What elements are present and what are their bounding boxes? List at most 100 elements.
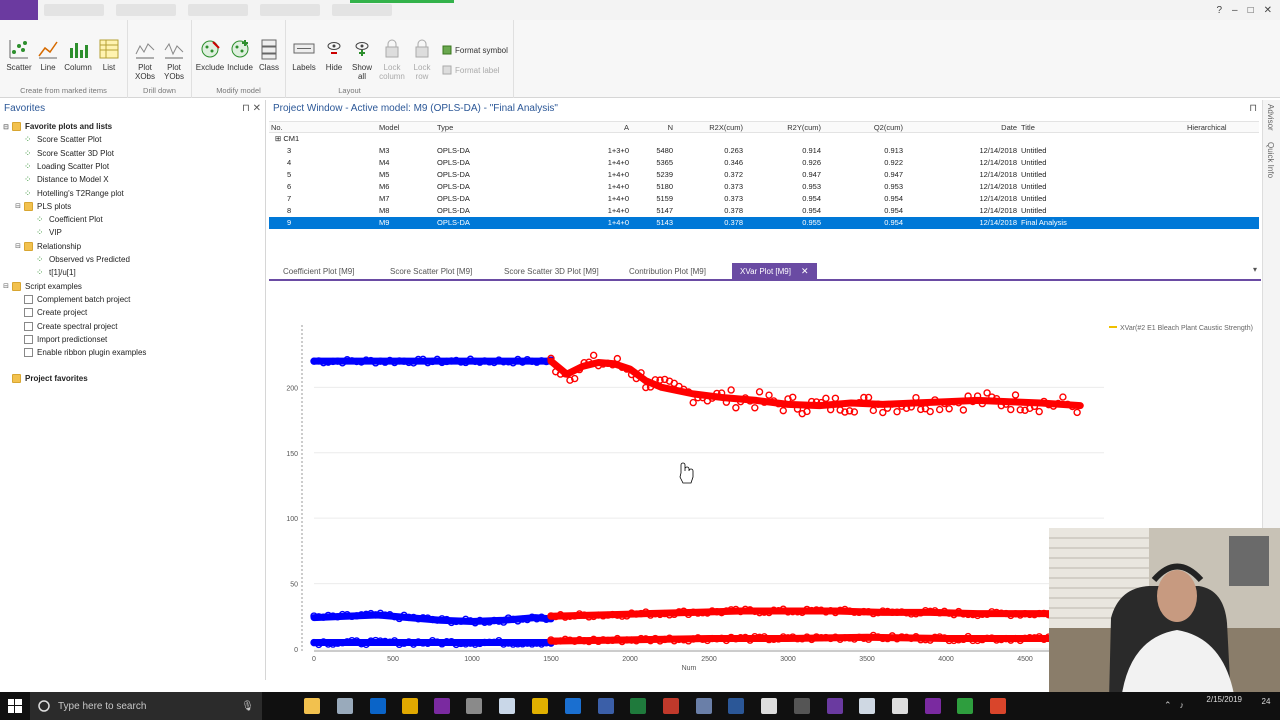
list-button[interactable]: List [94,38,124,72]
favorites-folder[interactable]: ⊟ Script examples [2,280,82,293]
plot-tab[interactable]: Coefficient Plot [M9] [275,263,362,279]
column-header[interactable]: Hierarchical [1187,123,1257,132]
favorites-item[interactable]: Import predictionset [14,333,107,346]
plot-tab[interactable]: Score Scatter Plot [M9] [382,263,480,279]
table-row[interactable]: 6 M6 OPLS-DA 1+4+0 5180 0.373 0.953 0.953 12/14/… [269,181,1259,193]
favorites-item[interactable]: ⁘ Score Scatter Plot [14,133,101,146]
table-row[interactable]: 8 M8 OPLS-DA 1+4+0 5147 0.378 0.954 0.954 12/14/… [269,205,1259,217]
minimize-button[interactable]: – [1232,5,1238,16]
favorites-item[interactable]: ⁘ VIP [26,226,62,239]
column-button[interactable]: Column [63,38,93,72]
favorites-item[interactable]: ⁘ Observed vs Predicted [26,253,130,266]
plot-tab[interactable]: Contribution Plot [M9] [621,263,714,279]
task-view-icon[interactable] [278,698,294,714]
lock-column-button[interactable]: Lock column [377,38,407,81]
app-icon[interactable] [892,698,908,714]
taskbar-search[interactable]: Type here to search 🎙 [30,692,262,720]
app-icon[interactable] [957,698,973,714]
plot-tab[interactable]: XVar Plot [M9] ✕ [732,263,817,279]
format-symbol-button[interactable]: Format symbol [442,45,508,55]
expand-toggle-icon[interactable]: ⊟ [2,123,10,131]
line-button[interactable]: Line [33,38,63,72]
app-icon[interactable] [859,698,875,714]
format-label-button[interactable]: Format label [442,65,499,75]
plot-tab[interactable]: Score Scatter 3D Plot [M9] [496,263,607,279]
app-icon[interactable] [990,698,1006,714]
class-button[interactable]: Class [254,38,284,72]
table-row[interactable]: 4 M4 OPLS-DA 1+4+0 5365 0.346 0.926 0.922 12/14/… [269,157,1259,169]
outlook-icon[interactable] [370,698,386,714]
favorites-item[interactable]: Create spectral project [14,320,117,333]
favorites-folder[interactable]: ⊟ Relationship [14,240,81,253]
favorites-item[interactable]: ⁘ t[1]/u[1] [26,266,76,279]
favorites-item[interactable]: Complement batch project [14,293,130,306]
column-header[interactable]: Title [1021,123,1181,132]
app-icon[interactable] [466,698,482,714]
app-icon[interactable] [925,698,941,714]
column-header[interactable]: R2Y(cum) [747,123,821,132]
expand-toggle-icon[interactable]: ⊟ [14,202,22,210]
favorites-folder[interactable]: Project favorites [2,372,88,385]
notification-center-icon[interactable]: 24 [1256,697,1276,715]
lock-row-button[interactable]: Lock row [407,38,437,81]
column-header[interactable]: Q2(cum) [825,123,903,132]
pin-icon[interactable]: ⊓ [1249,103,1257,114]
onenote-icon[interactable] [434,698,450,714]
panel-pin-icon[interactable]: ⊓ ✕ [242,103,261,114]
table-row[interactable]: 3 M3 OPLS-DA 1+3+0 5480 0.263 0.914 0.913 12/14/… [269,145,1259,157]
maximize-button[interactable]: □ [1248,5,1254,16]
column-header[interactable]: R2X(cum) [677,123,743,132]
favorites-item[interactable]: ⁘ Score Scatter 3D Plot [14,147,114,160]
labels-button[interactable]: Labels [289,38,319,72]
simca-icon[interactable] [827,698,843,714]
favorites-item[interactable]: ⁘ Hotelling's T2Range plot [14,187,124,200]
close-button[interactable]: ✕ [1264,5,1272,16]
table-group-row[interactable]: ⊞ CM1 [269,133,1259,145]
hide-button[interactable]: Hide [319,38,349,72]
app-icon[interactable] [696,698,712,714]
table-row[interactable]: 9 M9 OPLS-DA 1+4+0 5143 0.378 0.955 0.954 12/14/… [269,217,1259,229]
close-tab-icon[interactable]: ✕ [801,266,809,277]
table-row[interactable]: 7 M7 OPLS-DA 1+4+0 5159 0.373 0.954 0.954 12/14/… [269,193,1259,205]
plot-yobs-button[interactable]: Plot YObs [159,38,189,81]
excel-icon[interactable] [630,698,646,714]
expand-toggle-icon[interactable]: ⊟ [2,282,10,290]
scatter-button[interactable]: Scatter [4,38,34,72]
ribbon-tab[interactable] [44,4,104,16]
ribbon-tab[interactable] [116,4,176,16]
favorites-folder[interactable]: ⊟ PLS plots [14,200,71,213]
tab-dropdown-icon[interactable]: ▾ [1253,265,1257,274]
favorites-folder[interactable]: ⊟ Favorite plots and lists [2,120,112,133]
column-header[interactable]: Date [949,123,1017,132]
favorites-item[interactable]: ⁘ Distance to Model X [14,173,109,186]
expand-toggle-icon[interactable]: ⊟ [14,242,22,250]
show-all-button[interactable]: Show all [347,38,377,81]
microphone-icon[interactable]: 🎙 [241,701,254,712]
edge-icon[interactable] [337,698,353,714]
tab-quick-info[interactable]: Quick Info [1266,142,1275,178]
windows-start-icon[interactable] [8,699,22,713]
table-row[interactable]: 5 M5 OPLS-DA 1+4+0 5239 0.372 0.947 0.947 12/14/… [269,169,1259,181]
include-button[interactable]: Include [225,38,255,72]
taskbar-clock[interactable]: 2/15/2019 [1206,694,1242,706]
network-icon[interactable]: ⌃ [1164,700,1172,711]
column-header[interactable]: N [635,123,673,132]
favorites-item[interactable]: Enable ribbon plugin examples [14,346,146,359]
favorites-item[interactable]: ⁘ Loading Scatter Plot [14,160,109,173]
ribbon-tab[interactable] [332,4,392,16]
calculator-icon[interactable] [794,698,810,714]
chrome-icon[interactable] [402,698,418,714]
app-icon[interactable] [663,698,679,714]
app-icon[interactable] [598,698,614,714]
app-logo-icon[interactable] [0,0,38,20]
app-icon[interactable] [565,698,581,714]
column-header[interactable]: A [565,123,629,132]
favorites-item[interactable]: ⁘ Coefficient Plot [26,213,103,226]
tab-advisor[interactable]: Advisor [1266,104,1275,131]
column-header[interactable]: Model [379,123,429,132]
column-header[interactable]: Type [437,123,557,132]
column-header[interactable]: No. [271,123,351,132]
volume-icon[interactable]: ♪ [1180,700,1185,711]
app-icon[interactable] [761,698,777,714]
exclude-button[interactable]: Exclude [195,38,225,72]
